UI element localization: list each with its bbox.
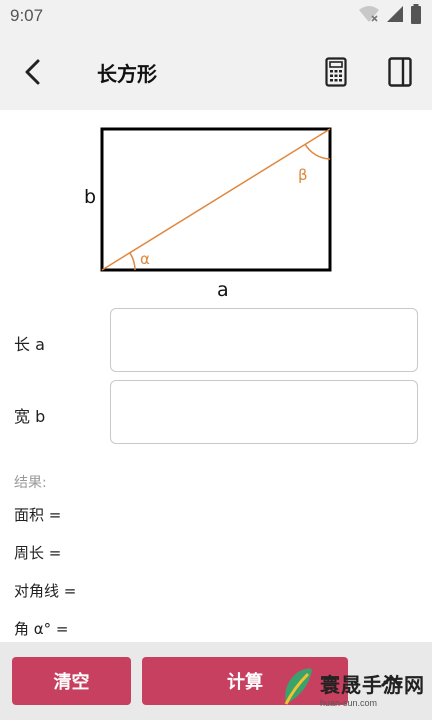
alpha-arc: [129, 252, 136, 271]
clear-button[interactable]: 清空: [12, 657, 131, 705]
app-bar: 长方形: [0, 34, 432, 110]
length-label: 长 a: [14, 335, 45, 354]
signal-icon: [386, 5, 404, 27]
side-panel-button[interactable]: [382, 52, 418, 92]
leaf-logo-icon: [284, 668, 312, 705]
label-alpha: α: [140, 250, 150, 268]
side-panel-icon: [388, 57, 412, 87]
width-input[interactable]: [110, 380, 418, 444]
length-input[interactable]: [110, 308, 418, 372]
result-perimeter: 周长 =: [14, 544, 62, 562]
status-bar: 9:07: [0, 0, 432, 34]
label-beta: β: [298, 166, 308, 184]
watermark: 寰晟手游网 huan-sun.com: [280, 656, 432, 720]
label-b: b: [84, 186, 96, 208]
battery-icon: [410, 4, 422, 28]
result-diagonal: 对角线 =: [14, 582, 77, 600]
results-title: 结果:: [14, 475, 47, 491]
back-button[interactable]: [14, 52, 50, 92]
status-icons: [358, 4, 422, 28]
watermark-url: huan-sun.com: [320, 697, 378, 708]
status-time: 9:07: [10, 6, 44, 25]
width-label: 宽 b: [14, 407, 46, 426]
diagonal-line: [101, 128, 331, 271]
wifi-off-icon: [358, 5, 380, 27]
beta-arc: [304, 143, 331, 160]
watermark-name: 寰晟手游网: [320, 672, 425, 697]
label-a: a: [217, 279, 229, 301]
calculator-button[interactable]: [318, 52, 354, 92]
rectangle-diagram: α β b a: [84, 127, 332, 301]
result-angle: 角 α° =: [14, 620, 69, 638]
calculator-icon: [325, 57, 347, 87]
back-arrow-icon: [25, 59, 40, 85]
page-title: 长方形: [97, 62, 157, 86]
result-area: 面积 =: [14, 506, 62, 524]
